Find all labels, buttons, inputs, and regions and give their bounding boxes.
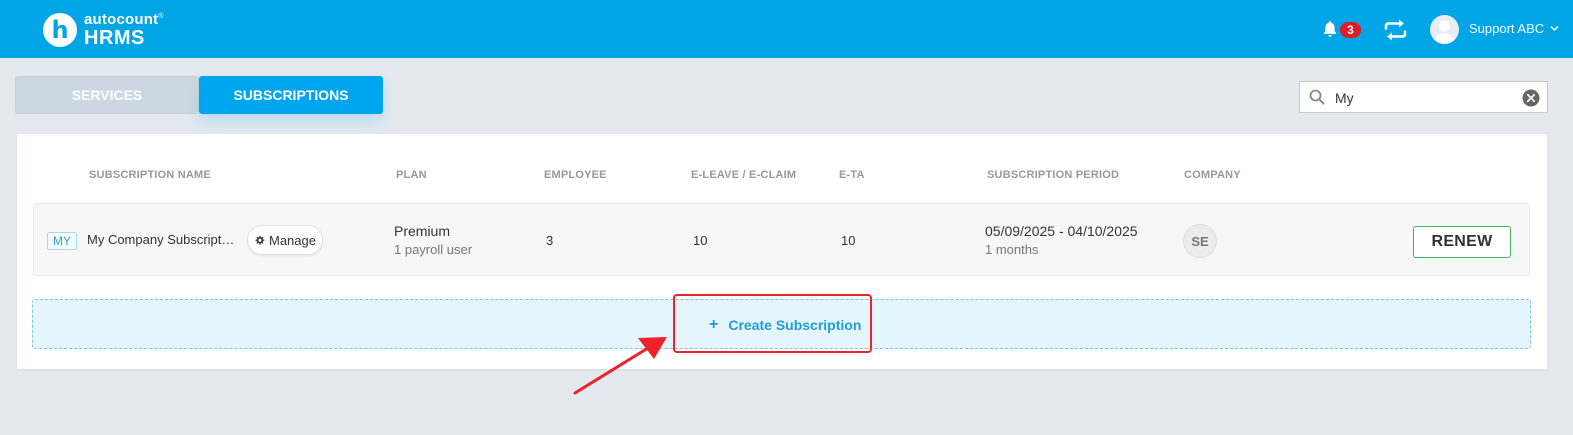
chevron-down-icon[interactable] bbox=[1550, 25, 1559, 32]
column-header-plan[interactable]: PLAN bbox=[396, 169, 427, 181]
search-box bbox=[1299, 81, 1548, 113]
employee-count: 3 bbox=[546, 233, 554, 248]
sync-icon[interactable] bbox=[1383, 18, 1408, 42]
user-name[interactable]: Support ABC bbox=[1469, 21, 1544, 36]
annotation-arrow-icon bbox=[573, 337, 667, 395]
brand-logo[interactable]: h autocount® HRMS bbox=[43, 12, 164, 48]
logo-mark: h bbox=[43, 13, 77, 47]
plan-detail: 1 payroll user bbox=[394, 242, 473, 257]
manage-button[interactable]: Manage bbox=[247, 225, 323, 255]
column-header-subscription-name[interactable]: SUBSCRIPTION NAME bbox=[89, 169, 211, 181]
search-input[interactable] bbox=[1335, 89, 1515, 107]
notification-badge: 3 bbox=[1340, 22, 1361, 38]
clear-search-icon[interactable] bbox=[1522, 89, 1540, 107]
column-header-employee[interactable]: EMPLOYEE bbox=[544, 169, 607, 181]
eta-count: 10 bbox=[841, 233, 856, 248]
search-icon bbox=[1309, 89, 1325, 105]
country-code-badge: MY bbox=[47, 232, 77, 250]
company-avatar[interactable]: SE bbox=[1183, 224, 1217, 258]
subscription-name[interactable]: My Company Subscripti... bbox=[87, 232, 235, 247]
subscription-period: 05/09/2025 - 04/10/2025 bbox=[985, 223, 1138, 239]
renew-button[interactable]: RENEW bbox=[1413, 226, 1511, 258]
gear-icon bbox=[255, 235, 265, 245]
annotation-highlight-box bbox=[673, 294, 872, 353]
registered-mark: ® bbox=[158, 13, 164, 20]
tab-subscriptions[interactable]: SUBSCRIPTIONS bbox=[199, 76, 383, 114]
user-silhouette-icon bbox=[1434, 20, 1455, 44]
brand-name-bottom: HRMS bbox=[84, 27, 145, 49]
column-header-eta[interactable]: E-TA bbox=[839, 169, 865, 181]
subscription-period-detail: 1 months bbox=[985, 242, 1039, 257]
bell-icon[interactable] bbox=[1322, 20, 1338, 38]
brand-name-top: autocount bbox=[84, 11, 159, 28]
eleave-eclaim-count: 10 bbox=[693, 233, 708, 248]
column-header-company[interactable]: COMPANY bbox=[1184, 169, 1241, 181]
manage-label: Manage bbox=[269, 232, 316, 248]
column-header-subscription-period[interactable]: SUBSCRIPTION PERIOD bbox=[987, 169, 1119, 181]
column-header-eleave-eclaim[interactable]: E-LEAVE / E-CLAIM bbox=[691, 169, 796, 181]
plan-name: Premium bbox=[394, 223, 451, 239]
tab-services[interactable]: SERVICES bbox=[15, 76, 199, 114]
avatar[interactable] bbox=[1430, 15, 1459, 44]
